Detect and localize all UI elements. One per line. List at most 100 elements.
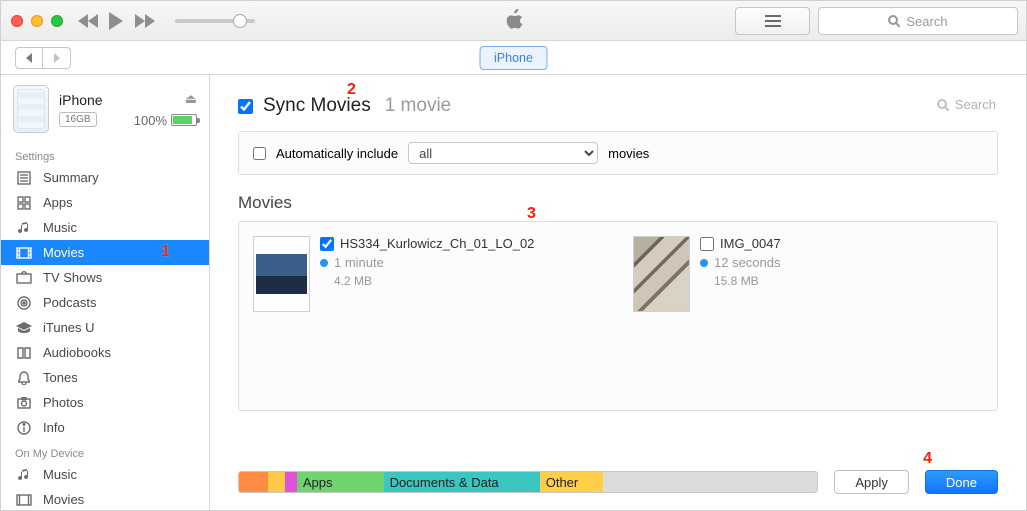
movie-checkbox[interactable] [700, 237, 714, 251]
itunesu-icon [15, 322, 33, 334]
movie-thumbnail [633, 236, 690, 312]
sync-count: 1 movie [385, 95, 452, 117]
movies-search-input[interactable]: Search [937, 97, 996, 112]
sync-title: Sync Movies [263, 95, 371, 117]
sidebar-item-label: Music [43, 220, 77, 235]
sidebar-item-tones[interactable]: Tones [1, 365, 209, 390]
movie-size: 15.8 MB [700, 274, 781, 288]
global-search-input[interactable]: Search [818, 7, 1018, 35]
list-icon [765, 15, 781, 27]
movie-item[interactable]: IMG_0047 12 seconds 15.8 MB [633, 236, 983, 396]
storage-segment-other: Other [540, 472, 604, 492]
list-view-button[interactable] [735, 7, 810, 35]
forward-icon[interactable] [135, 14, 157, 28]
storage-segment [268, 472, 285, 492]
done-button[interactable]: Done [925, 470, 998, 494]
sidebar-item-label: TV Shows [43, 270, 102, 285]
bottom-bar: Apps Documents & Data Other Apply Done [238, 454, 998, 510]
auto-include-select[interactable]: all [408, 142, 598, 164]
movie-duration: 12 seconds [714, 255, 781, 270]
movie-size: 4.2 MB [320, 274, 534, 288]
movie-name: HS334_Kurlowicz_Ch_01_LO_02 [340, 236, 534, 251]
sidebar-item-label: Music [43, 467, 77, 482]
movie-checkbox[interactable] [320, 237, 334, 251]
window-controls [11, 15, 63, 27]
play-icon[interactable] [109, 12, 125, 30]
storage-bar[interactable]: Apps Documents & Data Other [238, 471, 818, 493]
content-pane: Sync Movies 1 movie Search Automatically… [210, 75, 1026, 510]
sidebar-item-label: Summary [43, 170, 99, 185]
sidebar-item-label: Audiobooks [43, 345, 111, 360]
photos-icon [15, 397, 33, 409]
sidebar-item-label: Tones [43, 370, 78, 385]
auto-include-checkbox[interactable] [253, 147, 266, 160]
sidebar: iPhone 16GB ⏏ 100% Settings Summary Apps… [1, 75, 210, 510]
sidebar-item-label: Podcasts [43, 295, 96, 310]
music-icon [15, 468, 33, 482]
rewind-icon[interactable] [77, 14, 99, 28]
tv-icon [15, 271, 33, 285]
battery-percent: 100% [134, 113, 167, 128]
sidebar-item-dev-movies[interactable]: Movies [1, 487, 209, 510]
unwatched-dot-icon [700, 259, 708, 267]
sidebar-item-label: Info [43, 420, 65, 435]
forward-button[interactable] [43, 47, 71, 69]
device-capacity: 16GB [59, 112, 97, 127]
volume-slider[interactable] [175, 19, 255, 23]
close-window-button[interactable] [11, 15, 23, 27]
eject-icon[interactable]: ⏏ [185, 91, 197, 107]
audiobooks-icon [15, 347, 33, 359]
apply-button[interactable]: Apply [834, 470, 909, 494]
sidebar-item-apps[interactable]: Apps [1, 190, 209, 215]
sidebar-item-tvshows[interactable]: TV Shows [1, 265, 209, 290]
volume-knob[interactable] [233, 14, 247, 28]
sync-movies-checkbox[interactable] [238, 99, 253, 114]
tones-icon [15, 371, 33, 385]
movie-thumbnail [253, 236, 310, 312]
movies-grid: HS334_Kurlowicz_Ch_01_LO_02 1 minute 4.2… [238, 221, 998, 411]
sidebar-item-photos[interactable]: Photos [1, 390, 209, 415]
onmydevice-header: On My Device [1, 440, 209, 462]
sidebar-item-movies[interactable]: Movies [1, 240, 209, 265]
settings-header: Settings [1, 143, 209, 165]
podcasts-icon [15, 296, 33, 310]
device-row[interactable]: iPhone 16GB ⏏ 100% [1, 75, 209, 143]
storage-segment [285, 472, 297, 492]
search-placeholder: Search [906, 14, 947, 29]
sidebar-item-label: Movies [43, 245, 84, 260]
movie-duration: 1 minute [334, 255, 384, 270]
zoom-window-button[interactable] [51, 15, 63, 27]
sidebar-item-itunesu[interactable]: iTunes U [1, 315, 209, 340]
sidebar-item-label: Movies [43, 492, 84, 507]
storage-segment-apps: Apps [297, 472, 384, 492]
unwatched-dot-icon [320, 259, 328, 267]
sidebar-item-label: Apps [43, 195, 73, 210]
auto-include-row: Automatically include all movies [238, 131, 998, 175]
movie-item[interactable]: HS334_Kurlowicz_Ch_01_LO_02 1 minute 4.2… [253, 236, 603, 396]
auto-include-suffix: movies [608, 146, 649, 161]
movies-header: Movies [238, 193, 998, 213]
sidebar-item-audiobooks[interactable]: Audiobooks [1, 340, 209, 365]
device-tab[interactable]: iPhone [479, 46, 548, 70]
movies-icon [15, 247, 33, 259]
summary-icon [15, 171, 33, 185]
sidebar-item-summary[interactable]: Summary [1, 165, 209, 190]
back-button[interactable] [15, 47, 43, 69]
sidebar-item-info[interactable]: Info [1, 415, 209, 440]
titlebar: Search [1, 1, 1026, 41]
movie-name: IMG_0047 [720, 236, 781, 251]
info-icon [15, 421, 33, 435]
sidebar-item-dev-music[interactable]: Music [1, 462, 209, 487]
sidebar-item-music[interactable]: Music [1, 215, 209, 240]
sidebar-item-podcasts[interactable]: Podcasts [1, 290, 209, 315]
auto-include-label: Automatically include [276, 146, 398, 161]
search-placeholder: Search [955, 97, 996, 112]
playback-controls [77, 12, 255, 30]
apple-logo-icon [503, 6, 525, 35]
minimize-window-button[interactable] [31, 15, 43, 27]
storage-segment-documents: Documents & Data [384, 472, 540, 492]
battery-icon [171, 114, 197, 126]
music-icon [15, 221, 33, 235]
location-bar: iPhone [1, 41, 1026, 75]
device-name: iPhone [59, 92, 124, 108]
